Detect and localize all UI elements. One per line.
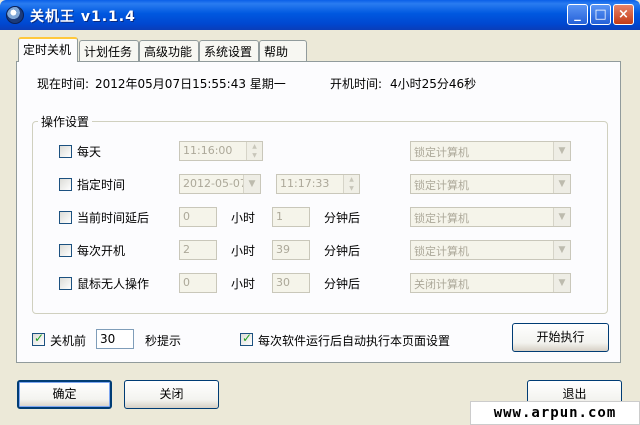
close-window-button[interactable]: × bbox=[613, 4, 634, 25]
boot-hours-unit: 小时 bbox=[231, 244, 256, 258]
each-boot-checkbox[interactable] bbox=[59, 244, 72, 257]
close-button[interactable]: 关闭 bbox=[124, 380, 219, 409]
delay-hours-unit: 小时 bbox=[231, 211, 256, 225]
idle-minutes-unit: 分钟后 bbox=[324, 277, 361, 291]
before-shutdown-seconds-input[interactable]: 30 bbox=[96, 329, 134, 349]
tab-help[interactable]: 帮助 bbox=[259, 40, 307, 61]
watermark: www.arpun.com bbox=[470, 401, 640, 425]
before-shutdown-label: 关机前 bbox=[50, 334, 87, 348]
auto-run-label: 每次软件运行后自动执行本页面设置 bbox=[258, 334, 451, 348]
idle-minutes-input[interactable]: 30 bbox=[272, 273, 310, 293]
each-boot-label: 每次开机 bbox=[77, 244, 126, 258]
tab-advanced[interactable]: 高级功能 bbox=[139, 40, 199, 61]
app-power-icon[interactable] bbox=[6, 6, 24, 24]
chevron-down-icon[interactable]: ▼ bbox=[553, 175, 570, 193]
specified-time-label: 指定时间 bbox=[77, 178, 126, 192]
daily-time-spinner[interactable]: ▲ ▼ bbox=[246, 142, 262, 160]
daily-checkbox[interactable] bbox=[59, 145, 72, 158]
delay-minutes-input[interactable]: 1 bbox=[272, 207, 310, 227]
auto-run-checkbox[interactable] bbox=[240, 331, 253, 346]
idle-hours-unit: 小时 bbox=[231, 277, 256, 291]
daily-label: 每天 bbox=[77, 145, 102, 159]
tab-timed-shutdown[interactable]: 定时关机 bbox=[18, 37, 78, 62]
delay-action-select[interactable]: 锁定计算机 bbox=[410, 207, 571, 227]
chevron-down-icon[interactable]: ▼ bbox=[553, 208, 570, 226]
uptime-value: 4小时25分46秒 bbox=[390, 77, 477, 91]
tab-system-settings[interactable]: 系统设置 bbox=[199, 40, 259, 61]
specified-time-spinner[interactable]: ▲ ▼ bbox=[343, 175, 359, 193]
delay-label: 当前时间延后 bbox=[77, 211, 150, 225]
specified-time-checkbox[interactable] bbox=[59, 178, 72, 191]
delay-checkbox[interactable] bbox=[59, 211, 72, 224]
minimize-button[interactable]: _ bbox=[567, 4, 588, 25]
idle-mouse-checkbox[interactable] bbox=[59, 277, 72, 290]
uptime-label: 开机时间: bbox=[330, 77, 383, 91]
idle-hours-input[interactable]: 0 bbox=[179, 273, 217, 293]
group-title: 操作设置 bbox=[38, 113, 93, 130]
delay-minutes-unit: 分钟后 bbox=[324, 211, 361, 225]
seconds-hint-label: 秒提示 bbox=[145, 334, 182, 348]
idle-mouse-label: 鼠标无人操作 bbox=[77, 277, 150, 291]
start-button[interactable]: 开始执行 bbox=[512, 323, 609, 352]
boot-minutes-unit: 分钟后 bbox=[324, 244, 361, 258]
before-shutdown-checkbox[interactable] bbox=[32, 331, 45, 346]
chevron-down-icon[interactable]: ▼ bbox=[243, 175, 260, 193]
chevron-down-icon[interactable]: ▼ bbox=[553, 241, 570, 259]
current-time-value: 2012年05月07日15:55:43 星期一 bbox=[95, 77, 286, 91]
current-time-label: 现在时间: bbox=[37, 77, 90, 91]
boot-minutes-input[interactable]: 39 bbox=[272, 240, 310, 260]
boot-hours-input[interactable]: 2 bbox=[179, 240, 217, 260]
maximize-button[interactable]: □ bbox=[590, 4, 611, 25]
delay-hours-input[interactable]: 0 bbox=[179, 207, 217, 227]
window-title: 关机王 v1.1.4 bbox=[30, 9, 136, 25]
specified-action-select[interactable]: 锁定计算机 bbox=[410, 174, 571, 194]
idle-action-select[interactable]: 关闭计算机 bbox=[410, 273, 571, 293]
daily-action-select[interactable]: 锁定计算机 bbox=[410, 141, 571, 161]
chevron-down-icon[interactable]: ▼ bbox=[553, 274, 570, 292]
tab-scheduled-tasks[interactable]: 计划任务 bbox=[79, 40, 139, 61]
boot-action-select[interactable]: 锁定计算机 bbox=[410, 240, 571, 260]
chevron-down-icon[interactable]: ▼ bbox=[553, 142, 570, 160]
ok-button[interactable]: 确定 bbox=[17, 380, 112, 409]
